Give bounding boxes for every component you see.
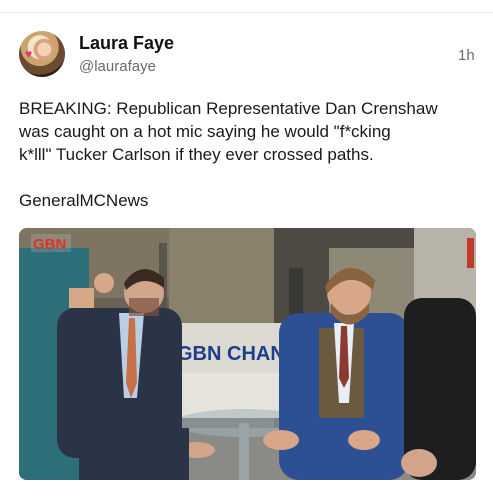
heart-icon: ♥ [25, 47, 33, 61]
post-source: GeneralMCNews [19, 191, 149, 210]
post-media-image[interactable]: GBN CHANGE GBN [19, 228, 476, 480]
post-card[interactable]: ♥ Laura Faye @laurafaye 1h BREAKING: Rep… [0, 13, 493, 500]
post-body: BREAKING: Republican Representative Dan … [19, 97, 479, 212]
gbn-logo-text: GBN [33, 236, 66, 253]
author-name[interactable]: Laura Faye [79, 33, 174, 54]
post-body-line: was caught on a hot mic saying he would … [19, 122, 391, 141]
post-timestamp[interactable]: 1h [458, 47, 475, 64]
author-handle[interactable]: @laurafaye [79, 58, 156, 75]
avatar[interactable]: ♥ [19, 31, 65, 77]
post-body-line: k*lll" Tucker Carlson if they ever cross… [19, 145, 374, 164]
post-body-line: BREAKING: Republican Representative Dan … [19, 99, 438, 118]
studio-scene: GBN CHANGE GBN [19, 228, 476, 480]
